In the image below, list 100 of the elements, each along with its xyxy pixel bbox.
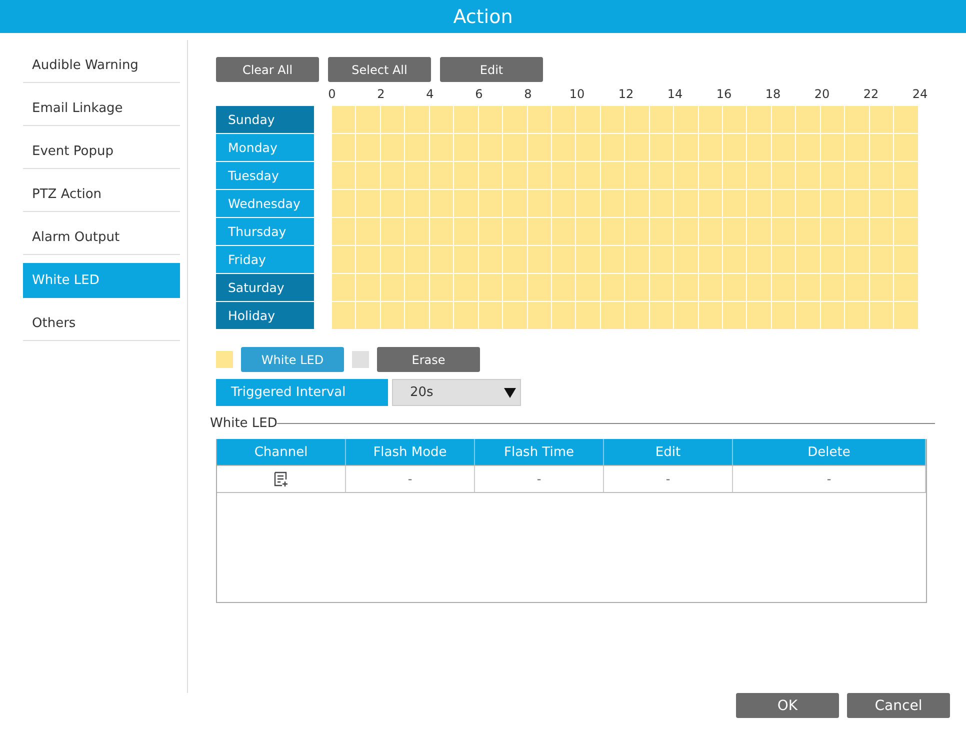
schedule-cell[interactable] [600,218,626,246]
schedule-cell[interactable] [600,274,626,302]
schedule-cell[interactable] [723,302,748,330]
schedule-cell[interactable] [380,134,406,162]
schedule-cell[interactable] [845,162,870,190]
day-label[interactable]: Monday [216,134,314,162]
schedule-cell[interactable] [478,190,504,218]
schedule-cell[interactable] [723,274,748,302]
brush-button[interactable]: White LED [241,347,344,372]
schedule-cell[interactable] [430,190,454,218]
schedule-cell[interactable] [503,246,528,274]
schedule-cell[interactable] [723,246,748,274]
schedule-cell[interactable] [356,302,381,330]
dialog-button[interactable]: OK [736,693,839,718]
schedule-cell[interactable] [650,274,674,302]
schedule-cell[interactable] [698,190,723,218]
schedule-cell[interactable] [845,302,870,330]
schedule-cell[interactable] [454,162,479,190]
schedule-cell[interactable] [820,246,846,274]
schedule-cell[interactable] [698,246,723,274]
toolbar-button[interactable]: Select All [328,57,431,82]
schedule-cell[interactable] [870,218,894,246]
schedule-cell[interactable] [650,162,674,190]
toolbar-button[interactable]: Clear All [216,57,319,82]
schedule-cell[interactable] [820,274,846,302]
schedule-cell[interactable] [356,190,381,218]
schedule-cell[interactable] [478,246,504,274]
schedule-cell[interactable] [430,162,454,190]
schedule-cell[interactable] [576,218,601,246]
schedule-cell[interactable] [600,190,626,218]
schedule-cell[interactable] [478,274,504,302]
schedule-cell[interactable] [625,274,650,302]
schedule-cell[interactable] [845,274,870,302]
schedule-cell[interactable] [870,106,894,134]
schedule-cell[interactable] [576,274,601,302]
schedule-cell[interactable] [772,106,796,134]
schedule-cell[interactable] [698,162,723,190]
schedule-cell[interactable] [576,302,601,330]
schedule-cell[interactable] [870,302,894,330]
schedule-cell[interactable] [600,162,626,190]
schedule-cell[interactable] [478,106,504,134]
schedule-cell[interactable] [405,302,430,330]
schedule-cell[interactable] [894,302,918,330]
schedule-cell[interactable] [747,162,772,190]
schedule-cell[interactable] [625,106,650,134]
schedule-cell[interactable] [674,274,699,302]
schedule-cell[interactable] [845,106,870,134]
schedule-cell[interactable] [870,190,894,218]
schedule-cell[interactable] [405,274,430,302]
schedule-cell[interactable] [625,246,650,274]
schedule-cell[interactable] [625,218,650,246]
schedule-cell[interactable] [405,162,430,190]
schedule-cell[interactable] [772,246,796,274]
schedule-cell[interactable] [478,162,504,190]
schedule-cell[interactable] [380,274,406,302]
schedule-cell[interactable] [478,218,504,246]
schedule-cell[interactable] [698,134,723,162]
schedule-cell[interactable] [600,134,626,162]
schedule-cell[interactable] [380,162,406,190]
schedule-cell[interactable] [894,274,918,302]
schedule-cell[interactable] [454,190,479,218]
schedule-cell[interactable] [723,106,748,134]
schedule-cell[interactable] [796,162,821,190]
schedule-cell[interactable] [870,134,894,162]
schedule-cell[interactable] [845,246,870,274]
schedule-cell[interactable] [674,246,699,274]
interval-select[interactable]: 20s [392,379,521,406]
schedule-cell[interactable] [552,106,576,134]
schedule-cell[interactable] [625,302,650,330]
schedule-cell[interactable] [332,134,356,162]
schedule-cell[interactable] [894,134,918,162]
schedule-cell[interactable] [503,106,528,134]
schedule-cell[interactable] [894,106,918,134]
schedule-cell[interactable] [894,218,918,246]
schedule-cell[interactable] [405,190,430,218]
schedule-cell[interactable] [650,106,674,134]
schedule-cell[interactable] [552,190,576,218]
schedule-cell[interactable] [820,134,846,162]
schedule-cell[interactable] [820,302,846,330]
schedule-cell[interactable] [747,246,772,274]
schedule-cell[interactable] [503,302,528,330]
schedule-cell[interactable] [698,218,723,246]
day-label[interactable]: Thursday [216,218,314,246]
schedule-cell[interactable] [430,274,454,302]
schedule-cell[interactable] [332,190,356,218]
schedule-cell[interactable] [772,190,796,218]
schedule-cell[interactable] [820,106,846,134]
schedule-cell[interactable] [894,162,918,190]
schedule-cell[interactable] [478,302,504,330]
day-label[interactable]: Sunday [216,106,314,134]
schedule-cell[interactable] [747,106,772,134]
schedule-cell[interactable] [380,218,406,246]
schedule-cell[interactable] [380,106,406,134]
schedule-cell[interactable] [430,134,454,162]
schedule-cell[interactable] [503,218,528,246]
schedule-cell[interactable] [894,190,918,218]
schedule-cell[interactable] [698,106,723,134]
schedule-cell[interactable] [650,302,674,330]
schedule-cell[interactable] [723,190,748,218]
schedule-cell[interactable] [820,218,846,246]
